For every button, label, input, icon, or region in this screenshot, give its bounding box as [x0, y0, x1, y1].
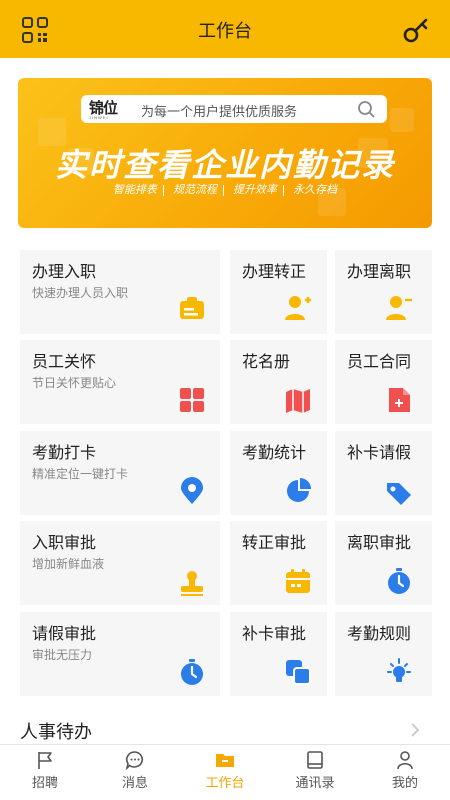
banner-tag: 永久存档	[293, 184, 338, 196]
card-title: 员工关怀	[32, 354, 97, 371]
card-makeup-leave[interactable]: 补卡请假	[335, 431, 432, 515]
card-desc: 快速办理人员入职	[32, 286, 129, 300]
banner-headline: 实时查看企业内勤记录	[54, 147, 395, 183]
hr-todo-section-title: 人事待办	[20, 722, 92, 742]
chevron-right-icon[interactable]	[410, 722, 420, 738]
banner-tag: 规范流程	[172, 184, 217, 196]
stopwatch-icon	[388, 568, 410, 594]
card-regularization-approval[interactable]: 转正审批	[230, 521, 327, 605]
remove-user-icon	[386, 296, 412, 320]
flag-icon	[38, 752, 52, 769]
card-title: 办理离职	[347, 264, 412, 281]
card-desc: 增加新鲜血液	[32, 557, 105, 571]
card-desc: 精准定位一键打卡	[32, 467, 129, 481]
card-onboarding-approval[interactable]: 入职审批 增加新鲜血液	[20, 521, 220, 605]
card-desc: 节日关怀更贴心	[32, 376, 117, 390]
key-icon[interactable]	[402, 16, 430, 44]
contract-doc-icon	[389, 388, 410, 412]
top-bar: 工作台	[0, 0, 450, 58]
card-title: 离职审批	[347, 535, 412, 552]
banner-tag: 智能排表	[112, 184, 157, 196]
card-leave-approval[interactable]: 请假审批 审批无压力	[20, 612, 220, 696]
location-pin-icon	[181, 477, 203, 504]
tab-label: 招聘	[31, 775, 58, 790]
card-title: 办理入职	[32, 264, 97, 281]
card-title: 入职审批	[32, 535, 97, 552]
stopwatch-icon	[181, 659, 203, 685]
card-attendance-stats[interactable]: 考勤统计	[230, 431, 327, 515]
folder-icon	[216, 754, 234, 767]
search-placeholder: 为每一个用户提供优质服务	[141, 104, 298, 119]
card-title: 花名册	[242, 354, 291, 371]
card-title: 考勤规则	[347, 626, 412, 643]
page-title: 工作台	[198, 21, 252, 41]
stamp-icon	[181, 571, 203, 596]
card-desc: 审批无压力	[32, 648, 93, 662]
tab-workbench[interactable]: 工作台	[180, 745, 270, 800]
overlap-squares-icon	[286, 660, 311, 685]
card-title: 请假审批	[32, 626, 97, 643]
tab-messages[interactable]: 消息	[90, 745, 180, 800]
search-icon[interactable]	[357, 100, 375, 118]
bottom-tab-bar: 招聘 消息 工作台 通讯录 我的	[0, 744, 450, 800]
pie-chart-icon	[287, 478, 311, 502]
card-resignation-approval[interactable]: 离职审批	[335, 521, 432, 605]
id-badge-icon	[180, 297, 204, 319]
tab-recruit[interactable]: 招聘	[0, 745, 90, 800]
tab-label: 我的	[391, 775, 418, 790]
card-title: 员工合同	[347, 354, 412, 371]
card-resignation[interactable]: 办理离职	[335, 250, 432, 334]
card-title: 办理转正	[242, 264, 307, 281]
card-title: 考勤统计	[242, 445, 307, 462]
card-title: 转正审批	[242, 535, 307, 552]
tab-label: 消息	[121, 775, 148, 790]
banner-search-bar[interactable]: 锦位 JINWEI 为每一个用户提供优质服务	[81, 95, 387, 123]
banner-tags: 智能排表 规范流程 提升效率 永久存档	[18, 181, 432, 197]
main-content: 锦位 JINWEI 为每一个用户提供优质服务 实时查看企业内勤记录 智能排表 规…	[0, 58, 450, 744]
calendar-icon	[286, 569, 310, 593]
card-makeup-approval[interactable]: 补卡审批	[230, 612, 327, 696]
grid-apps-icon	[180, 388, 204, 412]
card-roster[interactable]: 花名册	[230, 340, 327, 424]
promo-banner[interactable]: 锦位 JINWEI 为每一个用户提供优质服务 实时查看企业内勤记录 智能排表 规…	[18, 78, 432, 228]
brand-logo-subtext: JINWEI	[89, 115, 109, 120]
card-contract[interactable]: 员工合同	[335, 340, 432, 424]
add-user-icon	[285, 296, 311, 320]
lightbulb-icon	[387, 658, 411, 682]
address-book-icon	[307, 751, 323, 769]
card-title: 考勤打卡	[32, 445, 97, 462]
card-regularization[interactable]: 办理转正	[230, 250, 327, 334]
card-employee-care[interactable]: 员工关怀 节日关怀更贴心	[20, 340, 220, 424]
banner-tag: 提升效率	[233, 184, 278, 196]
card-title: 补卡请假	[347, 445, 412, 462]
banner-decor	[390, 108, 414, 132]
tab-label: 通讯录	[295, 775, 335, 790]
card-onboarding[interactable]: 办理入职 快速办理人员入职	[20, 250, 220, 334]
card-clock-in[interactable]: 考勤打卡 精准定位一键打卡	[20, 431, 220, 515]
person-icon	[397, 751, 413, 770]
card-title: 补卡审批	[242, 626, 307, 643]
book-map-icon	[286, 389, 310, 413]
tab-mine[interactable]: 我的	[360, 745, 450, 800]
card-attendance-rules[interactable]: 考勤规则	[335, 612, 432, 696]
tab-label: 工作台	[205, 775, 245, 790]
chat-bubble-icon	[125, 751, 144, 770]
tab-contacts[interactable]: 通讯录	[270, 745, 360, 800]
tag-icon	[387, 483, 411, 505]
